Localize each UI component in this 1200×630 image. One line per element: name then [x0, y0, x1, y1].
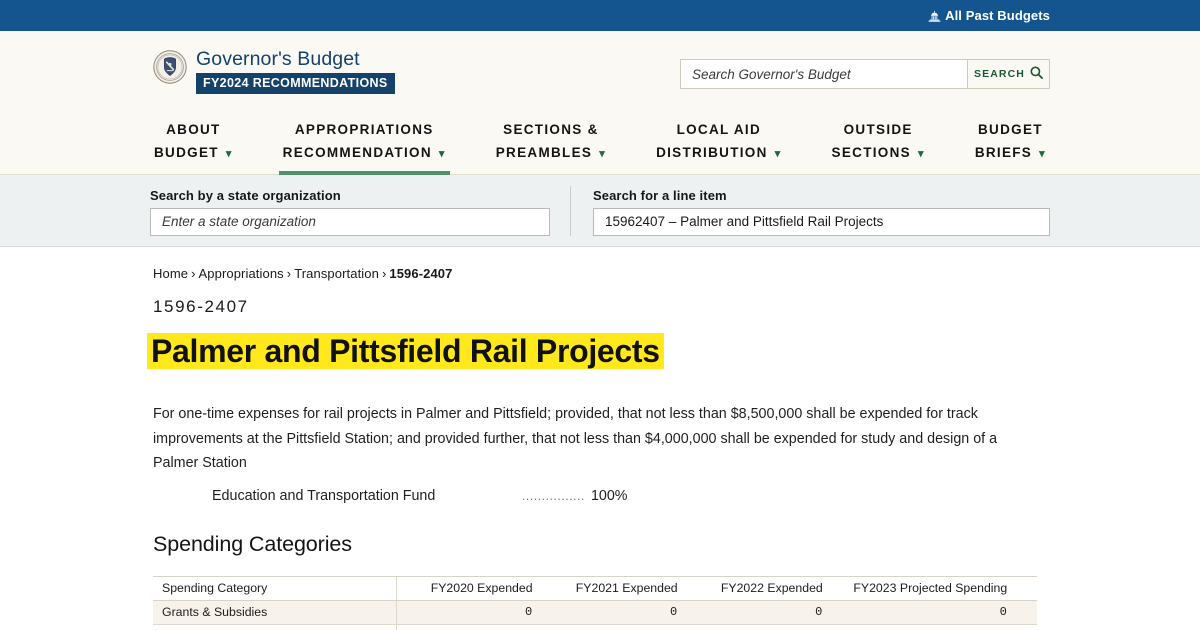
capitol-icon	[928, 9, 941, 22]
search-input[interactable]	[681, 60, 967, 88]
spending-categories-table: Spending Category FY2020 Expended FY2021 E…	[153, 575, 1037, 630]
org-filter-group: Search by a state organization	[150, 186, 570, 236]
table-column-header-0: Spending Category	[153, 575, 397, 601]
fund-name: Education and Transportation Fund	[212, 487, 436, 504]
table-header-row: Spending Category FY2020 Expended FY2021 E…	[153, 575, 1037, 601]
nav-item-about-budget[interactable]: ABOUT BUDGET ▾	[150, 113, 237, 174]
lineitem-search-input[interactable]	[593, 207, 1050, 236]
all-past-budgets-label: All Past Budgets	[945, 8, 1050, 23]
chevron-down-icon: ▾	[1039, 147, 1046, 160]
breadcrumb: Home › Appropriations › Transportation › 1596-…	[153, 266, 1050, 281]
nav-item-appropriations-recommendation[interactable]: APPROPRIATIONS RECOMMENDATION ▾	[278, 113, 450, 175]
table-cell-value: 12,500,000	[1016, 624, 1037, 630]
main-navigation: ABOUT BUDGET ▾ APPROPRIATIONS RECOMMENDATIO…	[0, 107, 1200, 175]
breadcrumb-separator: ›	[381, 266, 387, 281]
fund-leader-dots: ................	[522, 488, 585, 503]
table-column-header-2: FY2021 Expended	[541, 575, 687, 601]
table-cell-value: 0	[396, 624, 542, 630]
line-item-number: 1596-2407	[153, 297, 249, 316]
table-cell-value: 0	[396, 600, 542, 625]
table-column-header-3: FY2022 Expended	[686, 575, 832, 601]
nav-item-outside-sections[interactable]: OUTSIDE SECTIONS ▾	[828, 113, 929, 174]
nav-item-label-line2: DISTRIBUTION ▾	[656, 144, 782, 160]
nav-item-local-aid-distribution[interactable]: LOCAL AID DISTRIBUTION ▾	[652, 113, 785, 174]
table-cell-category: Total	[153, 624, 397, 630]
nav-item-label-line1: SECTIONS &	[503, 122, 599, 137]
table-column-header-1: FY2020 Expended	[396, 575, 542, 601]
breadcrumb-item-3: 1596-2407	[389, 266, 453, 281]
chevron-down-icon: ▾	[774, 147, 782, 160]
table-row: Grants & Subsidies000012,500,000	[153, 600, 1037, 625]
table-cell-value: 12,500,000	[1016, 600, 1037, 625]
spending-categories-heading: Spending Categories	[153, 531, 352, 556]
table-column-header-4: FY2023 Projected Spending	[831, 575, 1017, 601]
brand-lockup[interactable]: Governor's Budget FY2024 RECOMMENDATIONS	[153, 48, 395, 94]
nav-item-label-line1: OUTSIDE	[843, 122, 913, 137]
spending-table-scroll[interactable]: Spending Category FY2020 Expended FY2021 E…	[153, 575, 1037, 630]
fund-allocation-row: Education and Transportation Fund ......…	[212, 488, 1050, 504]
breadcrumb-item-0[interactable]: Home	[153, 266, 188, 281]
chevron-down-icon: ▾	[599, 147, 607, 160]
search-button-label: SEARCH	[974, 68, 1025, 80]
breadcrumb-item-2[interactable]: Transportation	[294, 266, 379, 281]
table-column-header-5: FY2024 House 1	[1016, 575, 1037, 601]
search-filter-bar: Search by a state organization Search fo…	[0, 175, 1200, 247]
fiscal-year-badge: FY2024 RECOMMENDATIONS	[196, 73, 395, 94]
global-search: SEARCH	[680, 59, 1050, 89]
nav-item-label-line1: BUDGET	[978, 122, 1043, 137]
table-cell-value: 0	[541, 624, 687, 630]
main-content: Home › Appropriations › Transportation › 1596-…	[150, 247, 1050, 630]
nav-item-budget-briefs[interactable]: BUDGET BRIEFS ▾	[971, 113, 1050, 174]
site-header: Governor's Budget FY2024 RECOMMENDATIONS…	[0, 31, 1200, 107]
breadcrumb-item-1[interactable]: Appropriations	[199, 266, 284, 281]
chevron-down-icon: ▾	[438, 147, 446, 160]
breadcrumb-separator: ›	[286, 266, 292, 281]
top-utility-bar: All Past Budgets	[0, 0, 1200, 31]
fund-percent: 100%	[590, 487, 628, 504]
nav-item-label-line2: BRIEFS ▾	[974, 144, 1046, 160]
chevron-down-icon: ▾	[918, 147, 925, 160]
chevron-down-icon: ▾	[225, 147, 233, 160]
search-button[interactable]: SEARCH	[967, 60, 1049, 88]
breadcrumb-separator: ›	[191, 266, 196, 281]
nav-item-label-line2: RECOMMENDATION ▾	[282, 144, 446, 160]
all-past-budgets-link[interactable]: All Past Budgets	[928, 8, 1050, 23]
nav-item-sections--preambles[interactable]: SECTIONS & PREAMBLES ▾	[492, 113, 610, 174]
table-cell-value: 0	[541, 600, 687, 625]
massachusetts-state-seal-icon	[153, 50, 187, 84]
nav-item-label-line2: BUDGET ▾	[154, 144, 233, 160]
org-search-input[interactable]	[150, 207, 550, 236]
table-cell-value: 0	[831, 600, 1017, 625]
org-filter-label: Search by a state organization	[150, 187, 341, 203]
page-title: Palmer and Pittsfield Rail Projects	[151, 333, 660, 369]
nav-item-label-line2: PREAMBLES ▾	[495, 144, 607, 160]
lineitem-filter-label: Search for a line item	[593, 187, 727, 203]
brand-title: Governor's Budget	[196, 48, 360, 70]
line-item-description: For one-time expenses for rail projects …	[153, 406, 998, 472]
lineitem-filter-group: Search for a line item	[570, 185, 1050, 236]
table-row: Total000012,500,000	[153, 624, 1037, 630]
table-cell-value: 0	[686, 600, 832, 625]
nav-item-label-line2: SECTIONS ▾	[831, 144, 925, 160]
nav-item-label-line1: ABOUT	[166, 122, 221, 137]
search-icon	[1030, 66, 1043, 82]
nav-item-label-line1: APPROPRIATIONS	[294, 122, 434, 137]
nav-item-label-line1: LOCAL AID	[676, 122, 762, 137]
table-cell-category: Grants & Subsidies	[153, 600, 397, 625]
table-cell-value: 0	[831, 624, 1017, 630]
table-cell-value: 0	[686, 624, 832, 630]
